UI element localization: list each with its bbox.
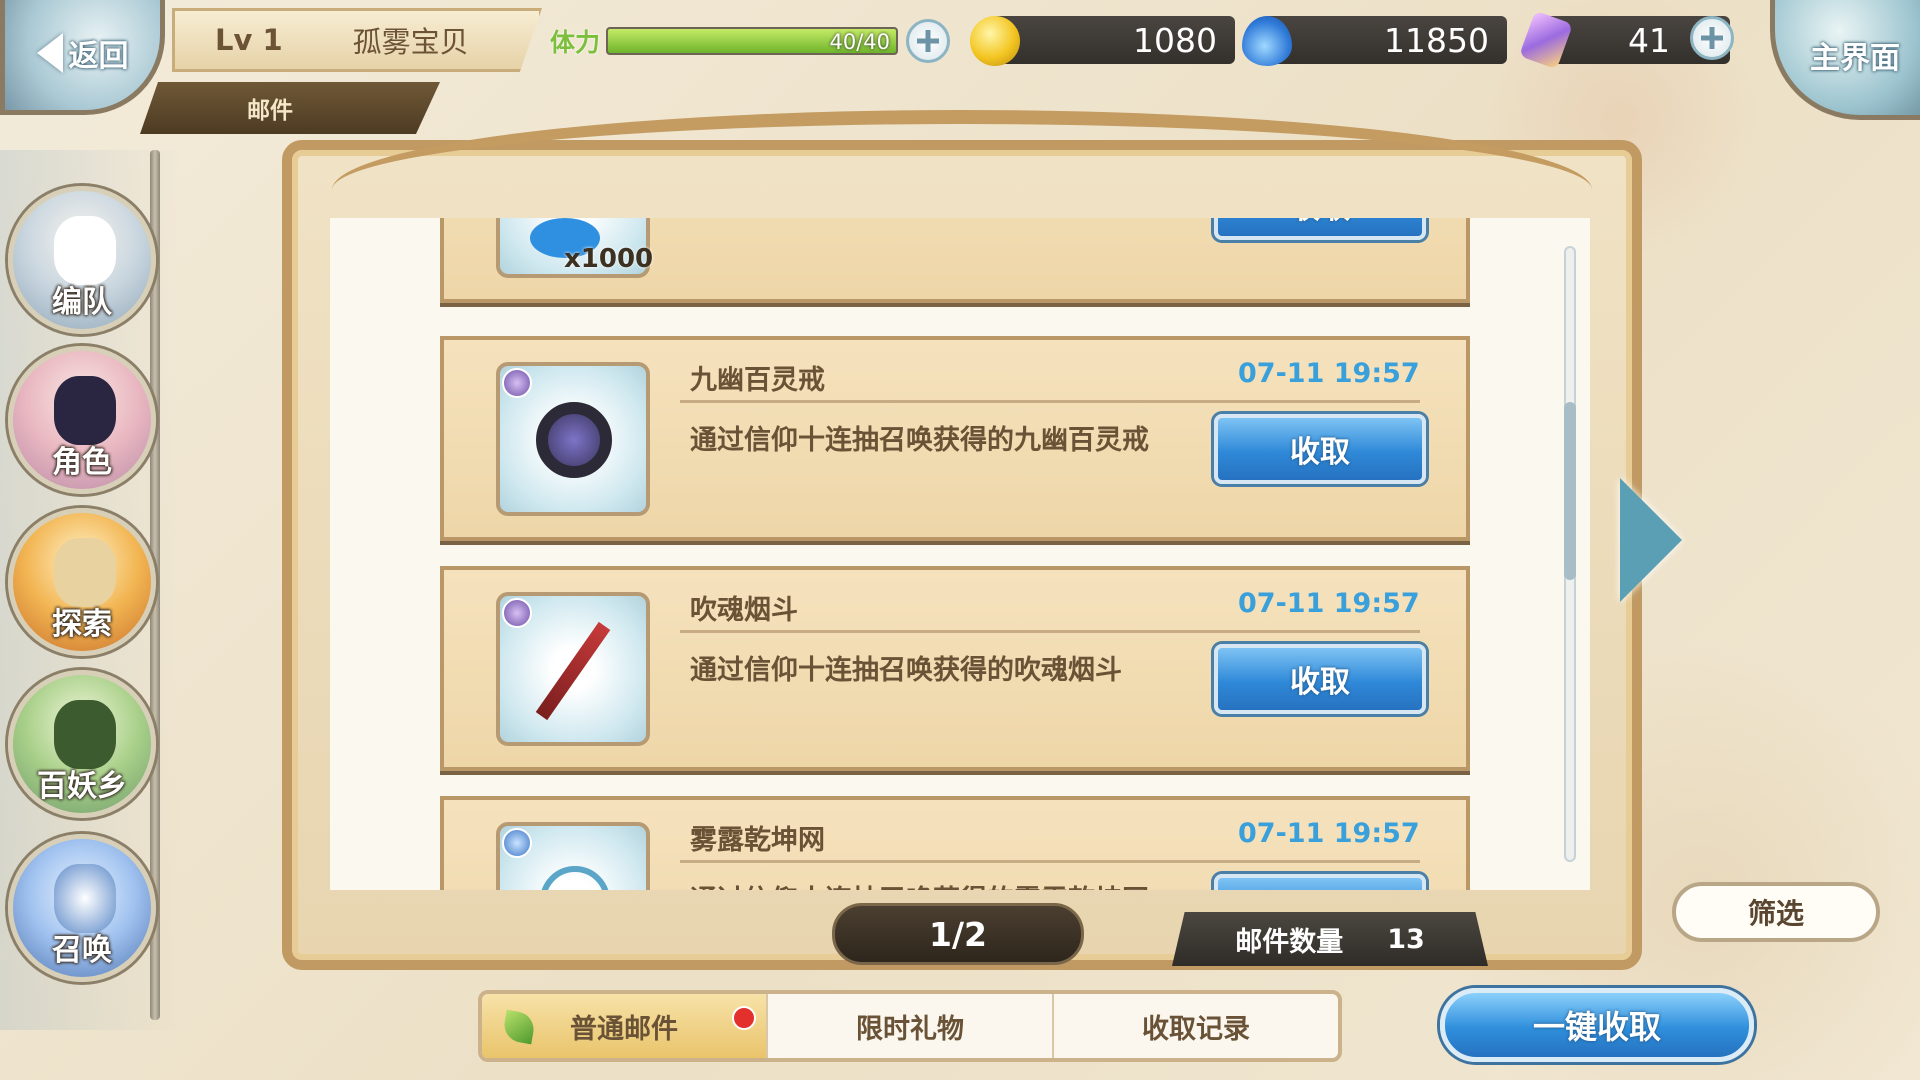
tab-label: 限时礼物 xyxy=(856,1013,964,1045)
rarity-gem-icon xyxy=(502,598,532,628)
rarity-gem-icon xyxy=(502,828,532,858)
next-page-arrow-icon[interactable] xyxy=(1620,478,1682,602)
mail-time: 07-11 19:57 xyxy=(1238,588,1420,619)
mail-title: 九幽百灵戒 xyxy=(690,365,825,396)
page-number: 1/2 xyxy=(929,914,987,954)
mail-tabs: 普通邮件 限时礼物 收取记录 xyxy=(478,990,1342,1062)
page-title-label: 邮件 xyxy=(247,98,293,124)
tab-limited-gifts[interactable]: 限时礼物 xyxy=(768,994,1054,1058)
side-nav: 编队 角色 探索 百妖乡 召唤 xyxy=(0,150,180,1030)
gold-value: 1080 xyxy=(1133,20,1217,60)
tab-label: 普通邮件 xyxy=(570,1013,678,1045)
divider xyxy=(680,400,1420,403)
reward-slot xyxy=(496,822,650,890)
claim-all-label: 一键收取 xyxy=(1532,1008,1661,1046)
mail-time: 07-11 19:57 xyxy=(1238,818,1420,849)
mail-item: 吹魂烟斗 07-11 19:57 通过信仰十连抽召唤获得的吹魂烟斗 收取 xyxy=(440,566,1470,771)
scrollbar-thumb[interactable] xyxy=(1564,402,1576,580)
add-gem-button[interactable] xyxy=(1690,16,1734,60)
claim-all-button[interactable]: 一键收取 xyxy=(1440,988,1754,1062)
stamina-meter: 体力 40/40 xyxy=(550,18,950,64)
crystal-icon xyxy=(1518,10,1574,70)
mail-list[interactable]: x1000 收取 九幽百灵戒 07-11 19:57 通过信仰十连抽召唤获得的九… xyxy=(330,218,1590,890)
page-indicator: 1/2 xyxy=(832,903,1084,965)
nav-item-label: 角色 xyxy=(52,445,112,480)
mail-time: 07-11 19:57 xyxy=(1238,358,1420,389)
claim-button[interactable]: 收取 xyxy=(1214,414,1426,484)
divider xyxy=(680,860,1420,863)
reward-slot xyxy=(496,362,650,516)
nav-item-label: 召唤 xyxy=(52,933,112,968)
nav-item-label: 探索 xyxy=(52,607,112,642)
pipe-icon xyxy=(535,621,611,721)
blue-flame-icon xyxy=(1242,16,1292,66)
mail-count-badge: 邮件数量 13 xyxy=(1172,912,1488,966)
filter-button[interactable]: 筛选 xyxy=(1672,882,1880,942)
mail-item: x1000 收取 xyxy=(440,218,1470,303)
mail-title: 雾露乾坤网 xyxy=(690,825,825,856)
mail-item: 雾露乾坤网 07-11 19:57 通过信仰十连抽召唤获得的雾露乾坤网 收取 xyxy=(440,796,1470,890)
player-name: 孤雾宝贝 xyxy=(352,25,469,59)
mail-description: 通过信仰十连抽召唤获得的雾露乾坤网 xyxy=(690,878,1149,890)
nav-item-team[interactable]: 编队 xyxy=(8,186,156,334)
reward-slot: x1000 xyxy=(496,218,654,278)
nav-item-character[interactable]: 角色 xyxy=(8,346,156,494)
player-level: Lv 1 xyxy=(215,23,283,57)
stamina-value: 40/40 xyxy=(829,30,890,54)
home-label: 主界面 xyxy=(1810,41,1900,76)
claim-button[interactable]: 收取 xyxy=(1214,644,1426,714)
team-icon xyxy=(54,215,117,285)
summon-icon xyxy=(54,863,117,933)
filter-label: 筛选 xyxy=(1747,897,1804,930)
mail-count-label: 邮件数量 xyxy=(1235,926,1344,958)
village-icon xyxy=(54,699,117,769)
back-label: 返回 xyxy=(68,38,129,74)
gold-counter: 1080 xyxy=(970,16,1235,66)
add-stamina-button[interactable] xyxy=(906,19,950,63)
stamina-bar: 40/40 xyxy=(606,27,898,55)
nav-item-explore[interactable]: 探索 xyxy=(8,508,156,656)
nav-item-label: 编队 xyxy=(52,285,112,320)
mail-description: 通过信仰十连抽召唤获得的九幽百灵戒 xyxy=(690,425,1149,456)
tab-claim-history[interactable]: 收取记录 xyxy=(1054,994,1338,1058)
stamina-label: 体力 xyxy=(550,28,601,57)
reward-slot xyxy=(496,592,650,746)
tab-label: 收取记录 xyxy=(1142,1013,1250,1045)
back-arrow-icon xyxy=(36,32,63,73)
gem-counter: 41 xyxy=(1518,10,1734,70)
leaf-icon xyxy=(501,1009,537,1045)
mail-title: 吹魂烟斗 xyxy=(690,595,798,626)
mail-item: 九幽百灵戒 07-11 19:57 通过信仰十连抽召唤获得的九幽百灵戒 收取 xyxy=(440,336,1470,541)
nav-item-summon[interactable]: 召唤 xyxy=(8,834,156,982)
divider xyxy=(680,630,1420,633)
reward-quantity: x1000 xyxy=(564,244,654,274)
notification-dot-icon xyxy=(732,1006,756,1030)
tab-normal-mail[interactable]: 普通邮件 xyxy=(482,994,768,1058)
gem-value: 41 xyxy=(1628,20,1670,60)
nav-item-village[interactable]: 百妖乡 xyxy=(8,670,156,818)
player-info-plate: Lv 1 孤雾宝贝 xyxy=(172,8,542,72)
nav-item-label: 百妖乡 xyxy=(37,769,127,804)
soul-counter: 11850 xyxy=(1242,16,1507,66)
explore-icon xyxy=(54,537,117,607)
gold-coin-icon xyxy=(970,16,1020,66)
net-icon xyxy=(540,866,610,890)
ring-icon xyxy=(536,402,612,478)
mail-description: 通过信仰十连抽召唤获得的吹魂烟斗 xyxy=(690,655,1122,686)
soul-value: 11850 xyxy=(1384,20,1489,60)
top-bar: 返回 Lv 1 孤雾宝贝 体力 40/40 1080 11850 41 主界面 xyxy=(0,0,1920,120)
mail-count-value: 13 xyxy=(1387,923,1425,955)
claim-button[interactable]: 收取 xyxy=(1214,874,1426,890)
page-title: 邮件 xyxy=(140,82,440,134)
rarity-gem-icon xyxy=(502,368,532,398)
character-icon xyxy=(54,375,117,445)
claim-button[interactable]: 收取 xyxy=(1214,218,1426,240)
